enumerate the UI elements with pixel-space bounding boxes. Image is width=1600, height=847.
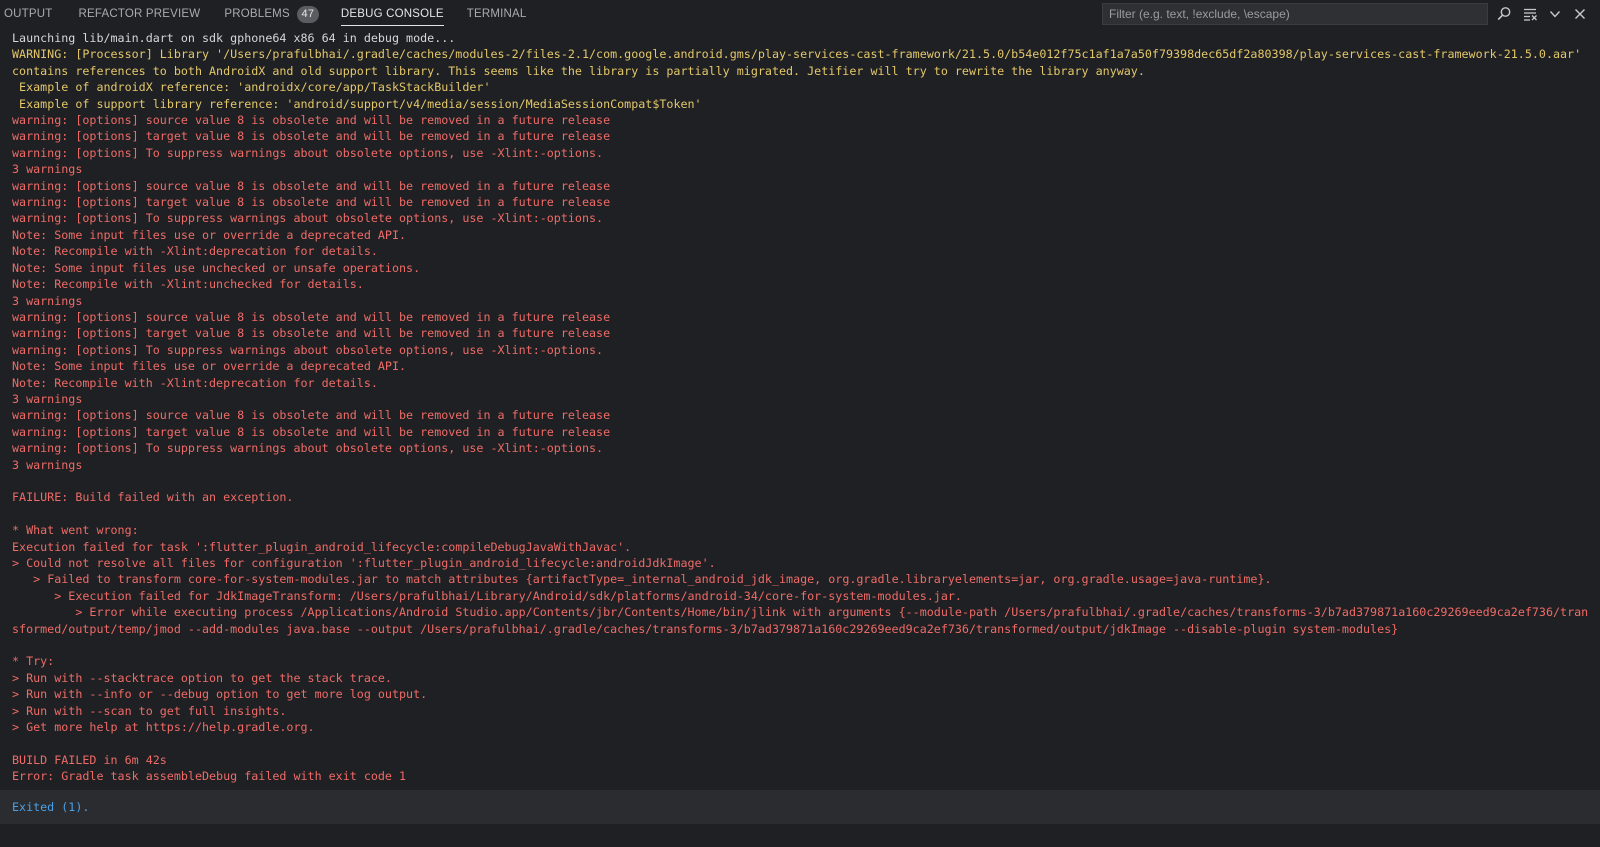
console-line: Example of androidX reference: 'androidx… (12, 80, 491, 95)
console-line: Note: Recompile with -Xlint:deprecation … (12, 375, 378, 390)
console-line: Note: Recompile with -Xlint:deprecation … (12, 244, 378, 259)
console-line: warning: [options] source value 8 is obs… (12, 178, 611, 193)
console-line: Execution failed for task ':flutter_plug… (12, 539, 632, 554)
tab-debug-console[interactable]: DEBUG CONSOLE (340, 0, 444, 28)
problems-count-badge: 47 (296, 5, 319, 23)
chevron-down-icon[interactable] (1545, 4, 1565, 24)
console-line: Example of support library reference: 'a… (12, 96, 702, 111)
console-line: Note: Some input files use or override a… (12, 227, 407, 242)
panel-header: OUTPUT REFACTOR PREVIEW PROBLEMS 47 DEBU… (0, 0, 1600, 28)
exit-status-text: Exited (1). (12, 800, 90, 814)
tab-terminal-label: TERMINAL (466, 8, 527, 20)
console-line: > Execution failed for JdkImageTransform… (12, 588, 962, 603)
console-line: > Run with --stacktrace option to get th… (12, 670, 392, 685)
console-line: > Error while executing process /Applica… (12, 605, 1589, 636)
console-line: Note: Recompile with -Xlint:unchecked fo… (12, 277, 364, 292)
tab-refactor-preview[interactable]: REFACTOR PREVIEW (78, 0, 200, 28)
tab-output[interactable]: OUTPUT (4, 0, 52, 28)
console-line: warning: [options] source value 8 is obs… (12, 113, 611, 128)
console-line: Error: Gradle task assembleDebug failed … (12, 769, 407, 784)
console-line: WARNING: [Processor] Library '/Users/pra… (12, 47, 1589, 78)
console-line: warning: [options] target value 8 is obs… (12, 326, 611, 341)
console-line: FAILURE: Build failed with an exception. (12, 490, 294, 505)
exit-status-bar: Exited (1). (0, 790, 1600, 824)
console-line: > Run with --info or --debug option to g… (12, 687, 428, 702)
console-line: 3 warnings (12, 391, 83, 406)
tab-terminal[interactable]: TERMINAL (467, 0, 527, 28)
console-line: > Could not resolve all files for config… (12, 555, 716, 570)
console-line: 3 warnings (12, 457, 83, 472)
console-line: Note: Some input files use unchecked or … (12, 260, 421, 275)
panel-tabs: OUTPUT REFACTOR PREVIEW PROBLEMS 47 DEBU… (0, 0, 527, 28)
console-line: BUILD FAILED in 6m 42s (12, 752, 167, 767)
tab-refactor-preview-label: REFACTOR PREVIEW (78, 8, 201, 20)
console-line: warning: [options] target value 8 is obs… (12, 129, 611, 144)
clear-console-icon[interactable] (1520, 4, 1540, 24)
console-line: Launching lib/main.dart on sdk gphone64 … (12, 31, 456, 45)
console-line: Note: Some input files use or override a… (12, 359, 407, 374)
filter-input[interactable] (1102, 3, 1488, 25)
tab-debug-console-label: DEBUG CONSOLE (340, 8, 444, 20)
tab-problems[interactable]: PROBLEMS 47 (224, 0, 319, 28)
tab-output-label: OUTPUT (4, 8, 53, 20)
console-line: warning: [options] To suppress warnings … (12, 211, 604, 226)
console-line: > Get more help at https://help.gradle.o… (12, 720, 315, 735)
console-line: * Try: (12, 654, 55, 669)
console-line: warning: [options] source value 8 is obs… (12, 408, 611, 423)
console-line: > Run with --scan to get full insights. (12, 703, 287, 718)
console-line: warning: [options] source value 8 is obs… (12, 309, 611, 324)
console-line: warning: [options] target value 8 is obs… (12, 424, 611, 439)
console-line: warning: [options] To suppress warnings … (12, 145, 604, 160)
tab-problems-label: PROBLEMS (224, 8, 290, 20)
console-line: warning: [options] To suppress warnings … (12, 342, 604, 357)
console-line: 3 warnings (12, 293, 83, 308)
debug-console-output: Launching lib/main.dart on sdk gphone64 … (12, 30, 1592, 785)
console-line: 3 warnings (12, 162, 83, 177)
close-icon[interactable] (1570, 4, 1590, 24)
console-line: warning: [options] target value 8 is obs… (12, 195, 611, 210)
console-line: > Failed to transform core-for-system-mo… (12, 572, 1272, 587)
console-line: warning: [options] To suppress warnings … (12, 441, 604, 456)
search-icon[interactable] (1494, 4, 1514, 24)
console-line: * What went wrong: (12, 523, 139, 538)
